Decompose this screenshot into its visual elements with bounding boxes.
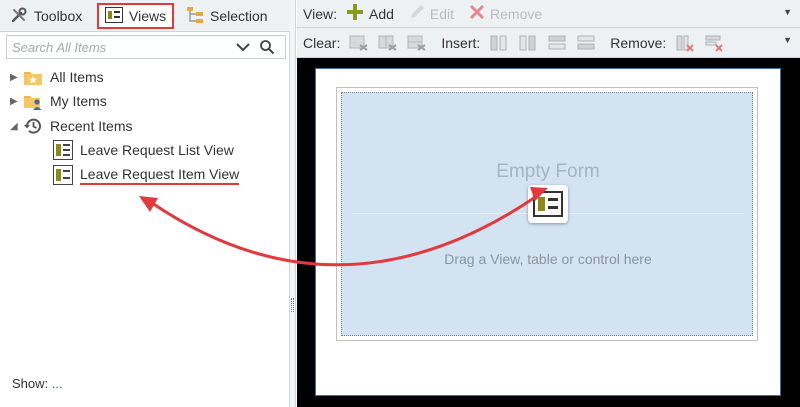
- empty-form-title: Empty Form: [496, 161, 600, 182]
- clear-column-icon[interactable]: [377, 33, 399, 53]
- show-label: Show:: [12, 376, 49, 391]
- layout-toolbar: Clear: Insert: Remove: ▼: [297, 28, 800, 58]
- form-drop-zone[interactable]: Empty Form Drag a View, table or control…: [341, 92, 753, 336]
- tree-item-label: My Items: [50, 93, 107, 109]
- tree-item-leave-request-list-view[interactable]: Leave Request List View: [52, 139, 234, 161]
- list-view-icon: [52, 140, 74, 160]
- tab-toolbox[interactable]: Toolbox: [4, 3, 88, 29]
- clear-label: Clear:: [303, 34, 341, 51]
- search-icon[interactable]: [255, 36, 279, 58]
- tab-views[interactable]: Views: [97, 3, 175, 29]
- clear-row-icon[interactable]: [348, 33, 370, 53]
- toolbar-overflow-icon[interactable]: ▼: [783, 35, 792, 45]
- tab-selection-label: Selection: [210, 8, 268, 24]
- folder-star-icon: [22, 67, 44, 87]
- tab-selection[interactable]: Selection: [180, 3, 274, 29]
- add-button-label: Add: [368, 5, 394, 22]
- remove-row-icon[interactable]: [703, 33, 725, 53]
- right-panel: View: Add Edit Remove ▼ Clear: Insert: R…: [297, 0, 800, 407]
- tree-item-label: Leave Request List View: [80, 142, 234, 158]
- show-row: Show: ...: [12, 376, 63, 391]
- insert-row-above-icon[interactable]: [546, 33, 568, 53]
- search-box: [6, 35, 286, 59]
- tree-item-label: Recent Items: [50, 118, 133, 134]
- tree-item-all-items[interactable]: ▶ All Items: [10, 66, 104, 88]
- item-view-icon: [52, 165, 74, 185]
- view-toolbar-label: View:: [303, 5, 337, 22]
- left-panel: Toolbox Views Selection Search All Items…: [0, 0, 290, 407]
- chevron-down-icon[interactable]: [231, 36, 255, 58]
- view-icon: [105, 6, 123, 26]
- form-outline: Empty Form Drag a View, table or control…: [336, 87, 758, 341]
- wrench-screwdriver-icon: [10, 6, 28, 27]
- view-toolbar: View: Add Edit Remove ▼: [297, 0, 800, 28]
- plus-icon: [345, 2, 365, 25]
- search-input[interactable]: [7, 39, 231, 55]
- panel-splitter[interactable]: [290, 0, 296, 407]
- folder-user-icon: [22, 91, 44, 111]
- show-options-link[interactable]: ...: [52, 376, 63, 391]
- form-sheet: Empty Form Drag a View, table or control…: [315, 68, 781, 396]
- edit-button-label: Edit: [429, 5, 455, 22]
- tree-item-leave-request-item-view[interactable]: Leave Request Item View: [52, 164, 240, 186]
- expand-arrow-icon[interactable]: ▶: [10, 72, 22, 83]
- tab-toolbox-label: Toolbox: [34, 8, 83, 24]
- expand-arrow-icon[interactable]: ▶: [10, 96, 22, 107]
- toolbar-overflow-icon[interactable]: ▼: [783, 7, 792, 17]
- remove-button-label: Remove: [490, 5, 543, 22]
- tree-item-recent-items[interactable]: ◢ Recent Items: [10, 115, 132, 137]
- splitter-grip-icon[interactable]: [291, 298, 294, 312]
- insert-row-below-icon[interactable]: [575, 33, 597, 53]
- tab-views-label: Views: [129, 8, 167, 24]
- edit-button[interactable]: Edit: [408, 3, 454, 24]
- insert-label: Insert:: [441, 34, 481, 51]
- remove-button[interactable]: Remove: [468, 3, 542, 24]
- design-canvas: Empty Form Drag a View, table or control…: [297, 58, 800, 407]
- pencil-icon: [408, 3, 426, 24]
- remove-label: Remove:: [610, 34, 667, 51]
- close-x-icon: [468, 3, 486, 24]
- view-placeholder-icon: [528, 185, 568, 223]
- tree-item-my-items[interactable]: ▶ My Items: [10, 90, 107, 112]
- remove-column-icon[interactable]: [674, 33, 696, 53]
- insert-column-left-icon[interactable]: [488, 33, 510, 53]
- clear-cell-icon[interactable]: [406, 33, 428, 53]
- insert-column-right-icon[interactable]: [517, 33, 539, 53]
- collapse-arrow-icon[interactable]: ◢: [10, 121, 22, 132]
- history-clock-icon: [22, 116, 44, 136]
- tree-hierarchy-icon: [186, 6, 204, 27]
- tree-item-label: All Items: [50, 69, 104, 85]
- add-button[interactable]: Add: [345, 2, 394, 25]
- drop-hint-text: Drag a View, table or control here: [444, 251, 652, 267]
- tree-item-label: Leave Request Item View: [80, 166, 240, 185]
- tab-bar: Toolbox Views Selection: [0, 0, 290, 32]
